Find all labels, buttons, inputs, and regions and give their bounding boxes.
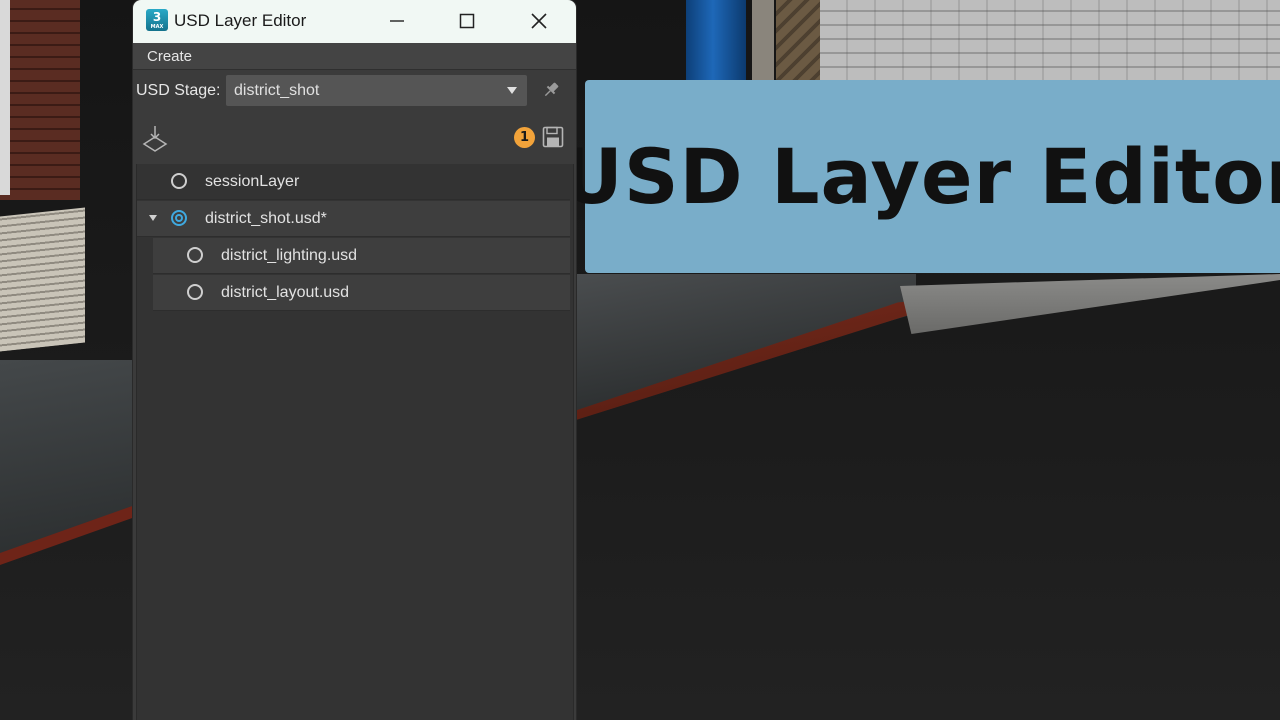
scene-building [820,0,1280,80]
scene-pole [752,0,774,80]
maximize-button[interactable] [444,4,490,38]
save-icon[interactable] [542,126,564,148]
title-card-text: USD Layer Editor [561,132,1280,221]
expand-arrow-icon[interactable] [149,215,157,221]
close-icon [531,13,547,29]
unsaved-count-badge: 1 [514,127,535,148]
stage-dropdown[interactable]: district_shot [226,75,527,106]
app-icon: 3 MAX [146,9,168,31]
close-button[interactable] [516,4,562,38]
scene-crate [776,0,820,80]
scene-floor [576,274,916,414]
maximize-icon [459,13,475,29]
layer-row[interactable]: district_shot.usd* [137,201,570,237]
stage-row: USD Stage: district_shot [133,70,576,112]
minimize-icon [390,20,404,22]
edit-target-radio[interactable] [187,247,203,263]
layer-tree: sessionLayer district_shot.usd* district_l… [136,164,574,720]
app-icon-subtext: MAX [150,24,164,30]
layer-name: district_shot.usd* [205,210,327,227]
layer-name: district_layout.usd [221,284,350,301]
scene-concrete [900,274,1280,334]
scene-vent [0,207,85,352]
layer-name: sessionLayer [205,173,300,190]
layer-toolbar: 1 [133,116,576,160]
scene-brick-wall [0,0,80,200]
window-title: USD Layer Editor [174,11,307,30]
scene-blue-pipe [686,0,746,80]
title-bar[interactable]: 3 MAX USD Layer Editor [133,0,576,43]
usd-layer-editor-window: 3 MAX USD Layer Editor Create USD Stage:… [133,0,576,720]
pin-icon[interactable] [541,80,561,100]
layer-row[interactable]: sessionLayer [137,164,570,200]
layer-load-icon[interactable] [142,124,168,152]
stage-dropdown-value: district_shot [234,82,320,99]
dropdown-arrow-icon [507,87,517,94]
edit-target-radio-active[interactable] [171,210,187,226]
scene-white-wall [0,0,10,195]
stage-label: USD Stage: [136,82,221,99]
menu-create[interactable]: Create [147,48,192,65]
minimize-button[interactable] [374,4,420,38]
title-card: USD Layer Editor [561,80,1280,273]
menu-bar: Create [133,43,576,70]
edit-target-radio[interactable] [171,173,187,189]
layer-row[interactable]: district_lighting.usd [153,238,570,274]
app-icon-number: 3 [152,10,162,24]
edit-target-radio[interactable] [187,284,203,300]
layer-row[interactable]: district_layout.usd [153,275,570,311]
layer-name: district_lighting.usd [221,247,358,264]
